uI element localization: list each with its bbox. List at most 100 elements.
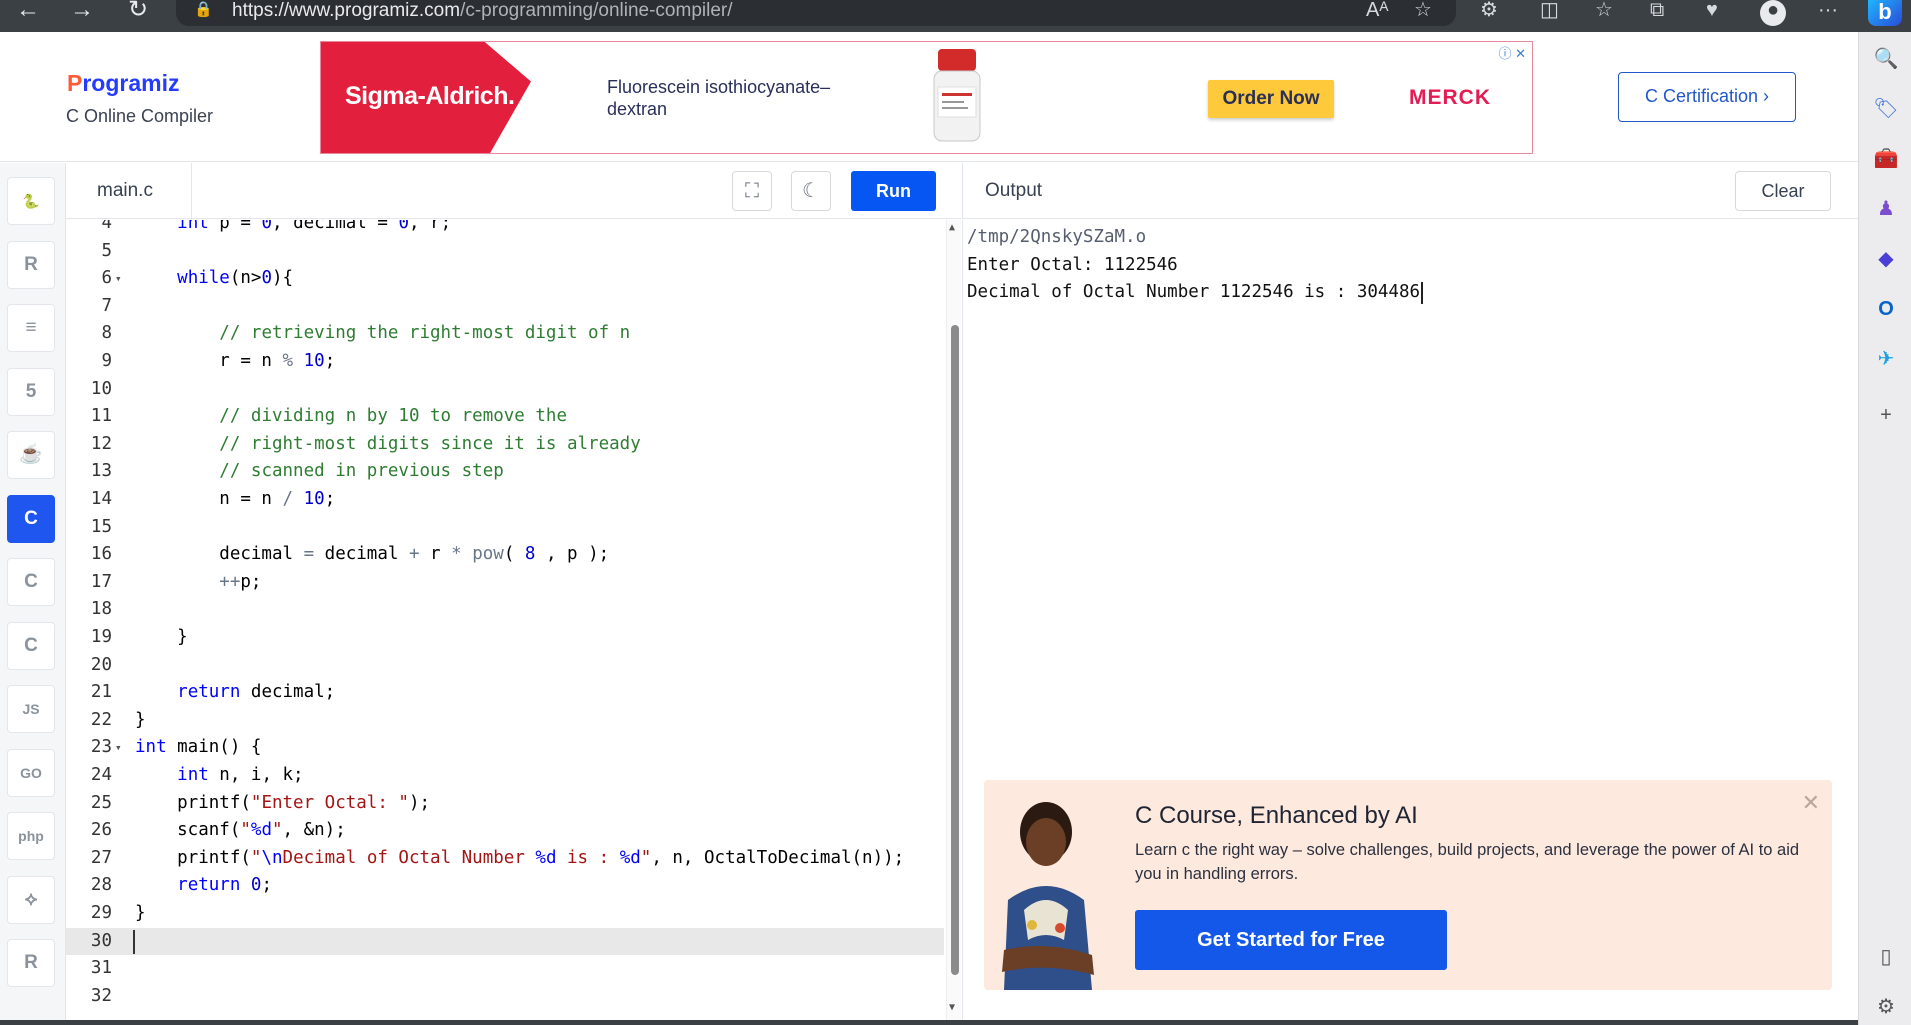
code-line[interactable]: 30 [66,927,944,956]
lang-csharp-icon[interactable]: C [7,621,55,670]
c-certification-button[interactable]: C Certification › [1618,72,1796,122]
editor-scrollbar[interactable]: ▲ ▼ [946,220,961,1020]
back-icon[interactable]: ← [8,0,48,24]
scroll-down-icon[interactable]: ▼ [949,1002,955,1013]
tab-main-c[interactable]: main.c [66,163,192,219]
code-line[interactable]: 26 scanf("%d", &n); [66,817,944,845]
favorite-star-icon[interactable]: ☆ [1414,0,1432,20]
code-line[interactable]: 7 [66,293,944,321]
code-text: // right-most digits since it is already [219,433,641,454]
code-line[interactable]: 18 [66,596,944,624]
favorites-icon[interactable]: ☆ [1595,0,1613,20]
code-line[interactable]: 27 printf("\nDecimal of Octal Number %d … [66,845,944,873]
bing-copilot-icon[interactable]: b [1868,0,1902,26]
output-title: Output [985,180,1043,201]
lang-php-icon[interactable]: php [7,812,55,860]
forward-icon[interactable]: → [62,0,102,24]
code-line[interactable]: 28 return 0; [66,872,944,900]
code-line[interactable]: 20 [66,652,944,680]
lang-cpp-icon[interactable]: C [7,558,55,606]
read-aloud-icon[interactable]: Aᴬ [1366,0,1388,20]
code-line[interactable]: 15 [66,514,944,542]
close-icon[interactable]: ✕ [1802,790,1820,816]
fullscreen-icon[interactable]: ⛶ [732,171,772,211]
code-line[interactable]: 16 decimal = decimal + r * pow( 8 , p ); [66,541,944,569]
code-line[interactable]: 21 return decimal; [66,679,944,707]
code-text: while(n>0){ [177,268,294,289]
fold-arrow-icon[interactable]: ▾ [115,265,122,293]
profile-avatar-icon[interactable]: ● [1760,0,1786,26]
run-button[interactable]: Run [851,171,936,211]
code-line[interactable]: 4 int p = 0, decimal = 0, r; [66,220,944,238]
code-text: n = n / 10; [135,489,336,509]
extensions-icon[interactable]: ⚙ [1480,0,1498,20]
code-line[interactable]: 31 [66,955,944,983]
line-number: 19 [90,627,112,647]
search-icon[interactable]: 🔍 [1873,46,1899,72]
lang-r-icon[interactable]: R [7,240,55,289]
code-line[interactable]: 5 [66,238,944,266]
scrollbar-thumb[interactable] [951,325,959,975]
code-line[interactable]: 14 n = n / 10; [66,486,944,514]
split-screen-icon[interactable]: ◫ [1540,0,1559,20]
code-line[interactable]: 32 [66,983,944,1011]
add-icon[interactable]: + [1873,402,1899,428]
sidebar-toggle-icon[interactable]: ▯ [1873,944,1899,970]
code-line[interactable]: 11 // dividing n by 10 to remove the [66,403,944,431]
line-number: 7 [101,295,112,316]
performance-icon[interactable]: ♥ [1706,0,1718,20]
ad-brand-label: Sigma-Aldrich. [345,82,515,110]
code-line[interactable]: 8 // retrieving the right-most digit of … [66,320,944,348]
code-line[interactable]: 24 int n, i, k; [66,762,944,790]
games-icon[interactable]: ♟ [1873,196,1899,222]
code-line[interactable]: 12 // right-most digits since it is alre… [66,431,944,459]
course-title: C Course, Enhanced by AI [1135,802,1418,829]
lang-go-icon[interactable]: GO [7,748,55,797]
code-line[interactable]: 22} [66,707,944,735]
code-line[interactable]: 13 // scanned in previous step [66,458,944,486]
get-started-button[interactable]: Get Started for Free [1135,910,1447,970]
tools-icon[interactable]: 🧰 [1873,146,1899,172]
outlook-icon[interactable]: O [1873,296,1899,322]
lang-java-icon[interactable]: ☕ [7,431,55,479]
line-number: 25 [90,792,112,813]
order-now-button[interactable]: Order Now [1208,80,1334,118]
code-line[interactable]: 23 ▾ int main() { [66,734,944,762]
address-bar[interactable]: 🔒 https://www.programiz.com/c-programmin… [176,0,1456,26]
ad-close-icon[interactable]: ⓘ ✕ [1498,43,1526,62]
line-number: 21 [90,682,112,703]
refresh-icon[interactable]: ↻ [118,0,158,24]
copilot-icon[interactable]: ◆ [1873,246,1899,272]
code-editor[interactable]: 4 int p = 0, decimal = 0, r; 5 6 ▾ while(n>… [66,220,961,1020]
code-text: } [135,709,146,730]
banner-ad[interactable]: Sigma-Aldrich. Fluorescein isothiocyanat… [320,41,1533,154]
shopping-tag-icon[interactable]: 🏷 [1873,96,1899,122]
code-line[interactable]: 9 r = n % 10; [66,348,944,376]
more-options-icon[interactable]: ··· [1818,0,1838,20]
code-line[interactable]: 6 ▾ while(n>0){ [66,265,944,293]
settings-gear-icon[interactable]: ⚙ [1873,994,1899,1020]
lang-c-icon[interactable]: C [7,494,55,543]
lang-python-icon[interactable]: 🐍 [7,177,55,225]
lang-sql-icon[interactable]: ≡ [7,304,55,352]
lang-swift-icon[interactable]: ⟡ [7,875,55,924]
code-line[interactable]: 25 printf("Enter Octal: "); [66,790,944,818]
code-text: } [135,627,188,647]
clear-button[interactable]: Clear [1735,171,1831,211]
code-text: return decimal; [177,682,336,703]
code-line[interactable]: 19 } [66,624,944,652]
code-line[interactable]: 29} [66,900,944,928]
fold-arrow-icon[interactable]: ▾ [115,734,122,762]
programiz-logo[interactable]: Programiz [67,70,179,97]
lang-javascript-icon[interactable]: JS [7,685,55,733]
dark-mode-icon[interactable]: ☾ [791,171,831,211]
output-toolbar: Output Clear [962,163,1858,219]
url-text[interactable]: https://www.programiz.com/c-programming/… [232,0,733,22]
scroll-up-icon[interactable]: ▲ [949,222,955,233]
collections-icon[interactable]: ⧉ [1650,0,1664,20]
lang-html-icon[interactable]: 5 [7,367,55,416]
code-line[interactable]: 17 ++p; [66,569,944,597]
lang-rust-icon[interactable]: R [7,939,55,987]
drop-icon[interactable]: ✈ [1873,346,1899,372]
code-line[interactable]: 10 [66,376,944,404]
